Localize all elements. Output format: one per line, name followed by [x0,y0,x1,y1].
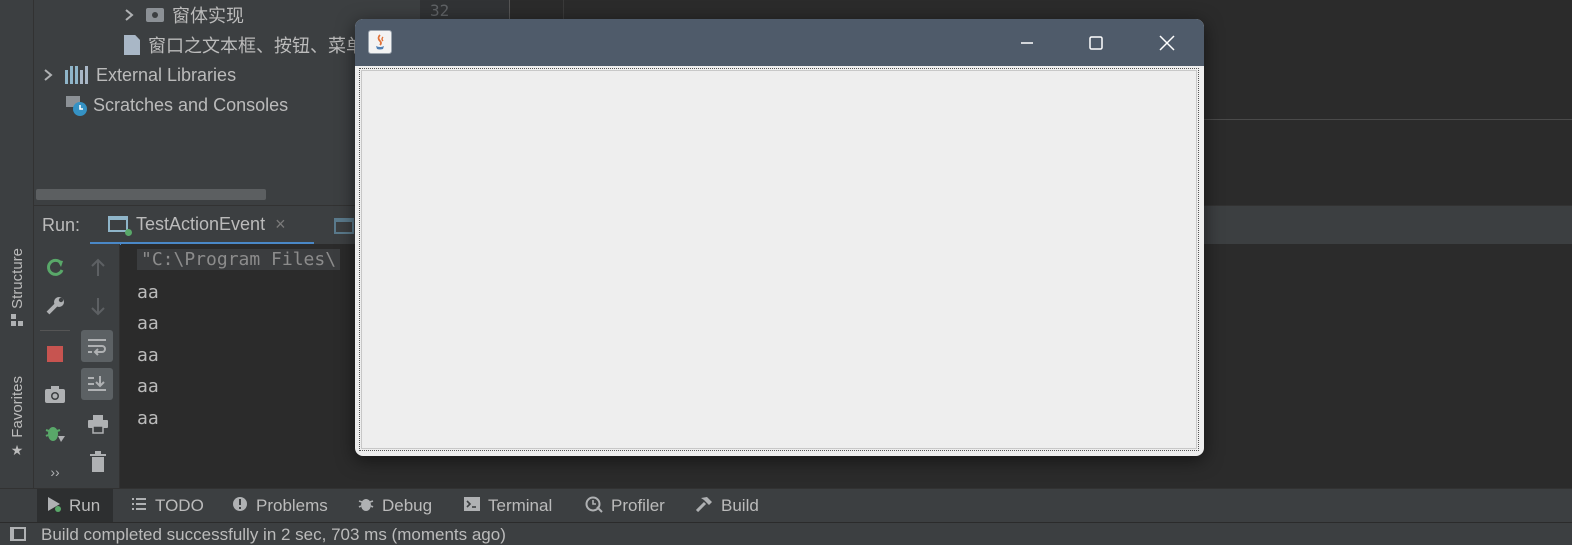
console-line: aa [137,282,159,303]
bottom-tab-terminal[interactable]: Terminal [454,489,562,523]
wrench-icon[interactable] [39,290,71,322]
minimize-button[interactable] [992,19,1062,66]
bottom-tab-label: Terminal [488,496,553,515]
tree-item-label: 窗口之文本框、按钮、菜单 [148,36,364,56]
hammer-icon [695,496,713,516]
tree-item-label: 窗体实现 [172,6,244,26]
horizontal-scrollbar[interactable] [36,189,266,200]
run-tab-label: TestActionEvent [136,213,266,234]
line-number: 32 [430,1,450,20]
star-icon: ★ [10,441,24,458]
tree-item-scratches[interactable]: Scratches and Consoles [65,91,288,119]
scratches-icon [65,94,87,116]
bottom-tab-profiler[interactable]: Profiler [575,489,675,523]
minimize-icon [1021,41,1033,44]
maximize-icon [1089,35,1103,50]
tree-item-label: Scratches and Consoles [93,94,289,115]
print-icon[interactable] [82,408,114,440]
java-icon[interactable] [368,30,392,54]
favorites-tab-label: Favorites [8,376,26,438]
structure-tab[interactable]: Structure [0,248,34,330]
debug-restart-icon[interactable] [39,417,71,449]
status-bar: Build completed successfully in 2 sec, 7… [0,522,1572,545]
run-window-title: Run: [42,215,81,235]
bottom-tab-debug[interactable]: Debug [348,489,442,523]
window-content-panel[interactable] [359,68,1199,451]
editor-divider [1200,119,1572,120]
console-command-line: "C:\Program Files\ [137,249,341,270]
console-line: aa [137,408,159,429]
libraries-icon [65,66,88,84]
terminal-icon [464,497,480,515]
tool-windows-toggle-icon[interactable] [10,527,26,541]
soft-wrap-icon[interactable] [81,330,113,362]
console-line: aa [137,313,159,334]
folder-icon [146,8,164,22]
bottom-tab-label: Profiler [611,496,665,515]
bottom-tab-label: Debug [382,496,433,515]
console-icon [108,216,132,236]
bottom-tab-problems[interactable]: Problems [222,489,338,523]
console-line: aa [137,376,159,397]
close-icon[interactable]: × [275,214,286,235]
left-tool-strip: Structure Favorites ★ [0,0,34,488]
bottom-tab-run[interactable]: Run [37,489,113,523]
bottom-tab-label: Build [721,496,759,515]
run-tab-testactionevent[interactable]: TestActionEvent × [90,206,314,245]
status-message: Build completed successfully in 2 sec, 7… [41,525,506,544]
bottom-tab-build[interactable]: Build [685,489,769,523]
chevron-right-icon[interactable] [122,8,136,22]
console-line: aa [137,345,159,366]
java-frame-window[interactable] [355,19,1204,456]
arrow-down-icon[interactable] [82,290,114,322]
run-icon [47,496,61,516]
structure-tab-label: Structure [8,248,26,309]
bottom-tab-label: Run [69,496,101,515]
tree-item-label: External Libraries [96,64,237,85]
close-button[interactable] [1132,19,1202,66]
tree-item-external-libraries[interactable]: External Libraries [41,61,236,89]
arrow-up-icon[interactable] [82,252,114,284]
file-icon [124,35,140,55]
toolbar-divider [40,330,70,331]
close-icon [1159,34,1175,51]
rerun-icon[interactable] [39,252,71,284]
bottom-tab-todo[interactable]: TODO [121,489,214,523]
tree-item-folder[interactable]: 窗体实现 [122,1,244,29]
favorites-tab[interactable]: Favorites ★ [0,376,34,459]
stop-icon[interactable] [39,338,71,370]
window-titlebar[interactable] [355,19,1204,66]
structure-icon [10,313,24,330]
bottom-tab-label: Problems [256,496,328,515]
maximize-button[interactable] [1061,19,1131,66]
more-actions-icon[interactable]: ›› [39,456,71,488]
debug-icon [358,496,374,516]
scroll-to-end-icon[interactable] [81,368,113,400]
run-toolbar-secondary [76,244,120,488]
profiler-icon [585,495,603,517]
camera-icon[interactable] [39,378,71,410]
run-toolbar-primary: ›› [34,244,76,488]
chevron-right-icon[interactable] [41,68,55,82]
console-icon[interactable] [334,218,354,234]
todo-icon [131,497,147,515]
trash-icon[interactable] [82,446,114,478]
tool-window-bar: Run TODO Problems Debug Terminal Profile… [0,488,1572,523]
tree-item-file[interactable]: 窗口之文本框、按钮、菜单 [124,31,364,59]
problems-icon [232,496,248,516]
bottom-tab-label: TODO [155,496,204,515]
